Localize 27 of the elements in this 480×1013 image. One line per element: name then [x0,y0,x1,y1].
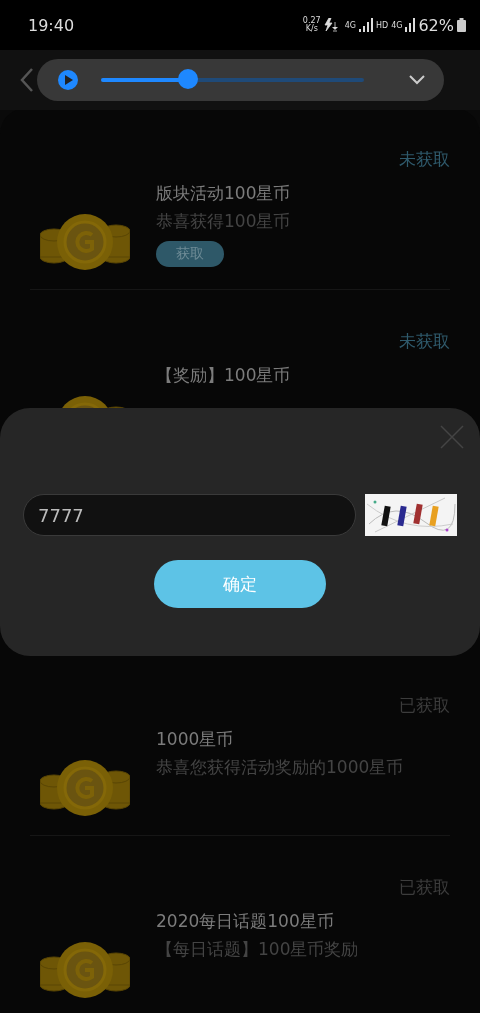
back-icon[interactable] [20,67,34,93]
network-type: 4G [344,20,356,30]
gift-status: 未获取 [398,330,450,353]
coin-stack-icon [40,941,130,999]
chevron-down-icon[interactable] [408,74,426,86]
confirm-button[interactable]: 确定 [154,560,326,608]
gift-title: 1000星币 [156,728,235,751]
coin-stack-icon [40,213,130,271]
network-speed: 0.27 K/s [302,17,321,33]
battery-icon [457,18,466,32]
signal-icon [405,18,416,32]
gift-description: 【每日话题】100星币奖励 [156,938,359,961]
verification-code-field[interactable]: 7777 [23,494,356,536]
status-time: 19:40 [28,15,75,35]
gift-status: 未获取 [398,148,450,171]
gift-title: 版块活动100星币 [156,182,291,205]
gift-title: 2020每日话题100星币 [156,910,335,933]
hd-label: HD [375,20,389,30]
gift-title: 【奖励】100星币 [156,364,291,387]
gift-description: 恭喜您获得活动奖励的1000星币 [156,756,404,779]
network-type: 4G [391,20,403,30]
claim-button[interactable]: 获取 [156,241,224,267]
battery-level: 62% [418,15,454,35]
signal-icon [358,18,373,32]
gift-description: 恭喜获得100星币 [156,210,291,233]
play-icon[interactable] [57,69,79,91]
coin-stack-icon [40,759,130,817]
